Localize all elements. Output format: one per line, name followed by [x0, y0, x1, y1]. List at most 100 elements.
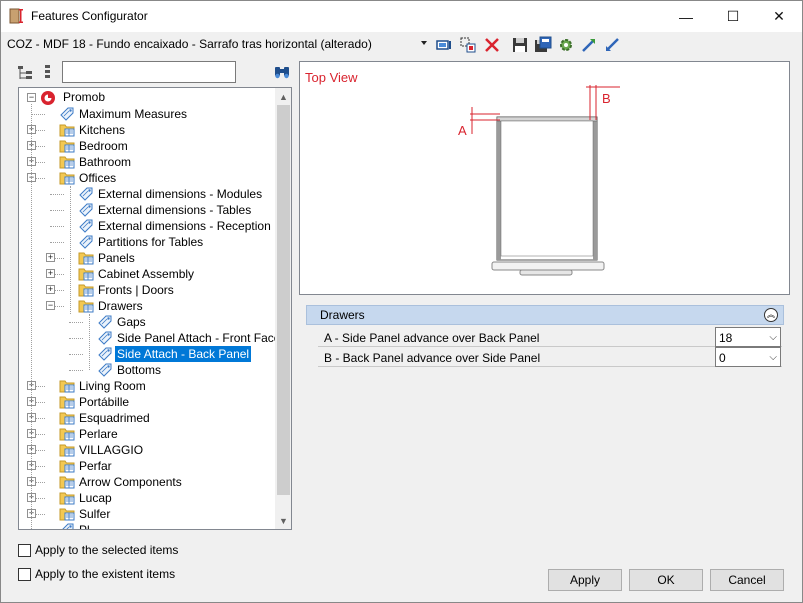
configuration-select[interactable]: COZ - MDF 18 - Fundo encaixado - Sarrafo…	[7, 37, 431, 53]
close-button[interactable]: ✕	[756, 1, 802, 32]
scroll-up-icon[interactable]: ▲	[275, 88, 291, 105]
tree-item-label[interactable]: Side Attach - Back Panel	[113, 345, 253, 363]
tree-item-label[interactable]: Bedroom	[77, 138, 130, 154]
property-value-a-select[interactable]: 18 ⌵	[715, 327, 781, 347]
tree-item-label[interactable]: External dimensions - Reception	[96, 218, 273, 234]
tree-item-label[interactable]: Panels	[96, 250, 137, 266]
tree-item[interactable]: + Lucap	[19, 490, 275, 506]
tree-item-label[interactable]: Gaps	[115, 314, 148, 330]
chevron-down-icon[interactable]: ⌵	[769, 332, 777, 343]
tree-item-label[interactable]: Partitions for Tables	[96, 234, 205, 250]
tree-item[interactable]: − Offices	[19, 170, 275, 186]
select-item-icon[interactable]	[459, 36, 477, 54]
tree-item-label[interactable]: External dimensions - Modules	[96, 186, 264, 202]
tree-item[interactable]: + Portábille	[19, 394, 275, 410]
tree-item-label[interactable]: Esquadrimed	[77, 410, 152, 426]
tree-item-label[interactable]: Perfar	[77, 458, 114, 474]
chevron-down-icon[interactable]	[421, 41, 427, 45]
tree-item[interactable]: External dimensions - Modules	[19, 186, 275, 202]
tree-item-label[interactable]: Offices	[77, 170, 118, 186]
tree-item[interactable]: + Panels	[19, 250, 275, 266]
tree-item-label[interactable]: Kitchens	[77, 122, 127, 138]
tree-item-label[interactable]: Lucap	[77, 490, 114, 506]
tree-item[interactable]: − Drawers	[19, 298, 275, 314]
tree-item[interactable]: Pl...	[19, 522, 275, 529]
tree-item-label[interactable]: VILLAGGIO	[77, 442, 145, 458]
cancel-button[interactable]: Cancel	[710, 569, 784, 591]
tree-item-label[interactable]: Sulfer	[77, 506, 112, 522]
tree-item[interactable]: + Perlare	[19, 426, 275, 442]
tree-item[interactable]: + Arrow Components	[19, 474, 275, 490]
tree-item[interactable]: Maximum Measures	[19, 106, 275, 122]
tree-item[interactable]: Side Panel Attach - Front Face	[19, 330, 275, 346]
tree-expander[interactable]: +	[46, 285, 55, 294]
tree-item-label[interactable]: Pl...	[77, 522, 102, 529]
tree-item-label[interactable]: Bathroom	[77, 154, 133, 170]
tree-expander[interactable]: −	[46, 301, 55, 310]
delete-icon[interactable]	[483, 36, 501, 54]
tree-item-label[interactable]: Arrow Components	[77, 474, 184, 490]
scroll-thumb[interactable]	[277, 105, 290, 495]
tree-item[interactable]: + Living Room	[19, 378, 275, 394]
tree-item-label[interactable]: Side Panel Attach - Front Face	[115, 330, 275, 346]
tree-item[interactable]: Bottoms	[19, 362, 275, 378]
save-as-icon[interactable]	[534, 36, 552, 54]
maximize-button[interactable]: ☐	[710, 1, 756, 32]
expand-icon[interactable]	[580, 36, 598, 54]
tree-item-label[interactable]: Cabinet Assembly	[96, 266, 196, 282]
tree-scrollbar[interactable]: ▲ ▼	[275, 88, 291, 529]
tree-expander[interactable]: −	[27, 93, 36, 102]
properties-group-header[interactable]: Drawers ︽	[306, 305, 784, 325]
tree-item[interactable]: Partitions for Tables	[19, 234, 275, 250]
tree-item[interactable]: + Sulfer	[19, 506, 275, 522]
collapse-all-icon[interactable]	[42, 61, 54, 83]
select-screen-icon[interactable]	[435, 36, 453, 54]
chevron-down-icon[interactable]: ⌵	[769, 352, 777, 363]
features-tree[interactable]: − Promob Maximum Measures + Kitchens + Bedro…	[18, 87, 292, 530]
tree-item[interactable]: + Fronts | Doors	[19, 282, 275, 298]
tree-item[interactable]: Side Attach - Back Panel	[19, 345, 275, 363]
apply-existent-label[interactable]: Apply to the existent items	[35, 567, 175, 581]
tree-item-label[interactable]: Bottoms	[115, 362, 163, 378]
tree-item[interactable]: Gaps	[19, 314, 275, 330]
tree-item[interactable]: + Perfar	[19, 458, 275, 474]
binoculars-icon[interactable]	[273, 61, 291, 83]
tree-item-label[interactable]: Drawers	[96, 298, 145, 314]
tree-item-label[interactable]: Living Room	[77, 378, 148, 394]
tree-item[interactable]: + Bathroom	[19, 154, 275, 170]
property-value-b-select[interactable]: 0 ⌵	[715, 347, 781, 367]
apply-button[interactable]: Apply	[548, 569, 622, 591]
apply-selected-checkbox[interactable]	[18, 544, 31, 557]
apply-existent-checkbox[interactable]	[18, 568, 31, 581]
tree-item[interactable]: External dimensions - Reception	[19, 218, 275, 234]
folder-icon	[59, 394, 75, 410]
ok-button[interactable]: OK	[629, 569, 703, 591]
feature-tag-icon	[78, 186, 94, 202]
tree-item[interactable]: + VILLAGGIO	[19, 442, 275, 458]
tree-item[interactable]: + Kitchens	[19, 122, 275, 138]
tree-item-label[interactable]: Portábille	[77, 394, 131, 410]
tree-guide-line	[70, 186, 71, 314]
tree-item[interactable]: + Cabinet Assembly	[19, 266, 275, 282]
tree-root-label[interactable]: Promob	[61, 90, 107, 104]
tree-expander[interactable]: +	[46, 269, 55, 278]
expand-all-icon[interactable]	[17, 61, 35, 83]
tree-item-label[interactable]: Maximum Measures	[77, 106, 189, 122]
settings-icon[interactable]	[557, 36, 575, 54]
collapse-icon[interactable]	[603, 36, 621, 54]
folder-icon	[59, 410, 75, 426]
tree-item-label[interactable]: Fronts | Doors	[96, 282, 176, 298]
save-icon[interactable]	[511, 36, 529, 54]
dimension-a-label: A	[458, 123, 467, 138]
tree-expander[interactable]: +	[46, 253, 55, 262]
minimize-button[interactable]: —	[663, 1, 709, 32]
tree-item-label[interactable]: Perlare	[77, 426, 120, 442]
chevron-up-icon[interactable]: ︽	[764, 308, 778, 322]
tree-item-label[interactable]: External dimensions - Tables	[96, 202, 253, 218]
tree-item[interactable]: + Bedroom	[19, 138, 275, 154]
tree-item[interactable]: + Esquadrimed	[19, 410, 275, 426]
tree-item[interactable]: External dimensions - Tables	[19, 202, 275, 218]
apply-selected-label[interactable]: Apply to the selected items	[35, 543, 178, 557]
scroll-down-icon[interactable]: ▼	[275, 512, 291, 529]
search-input[interactable]	[62, 61, 236, 83]
